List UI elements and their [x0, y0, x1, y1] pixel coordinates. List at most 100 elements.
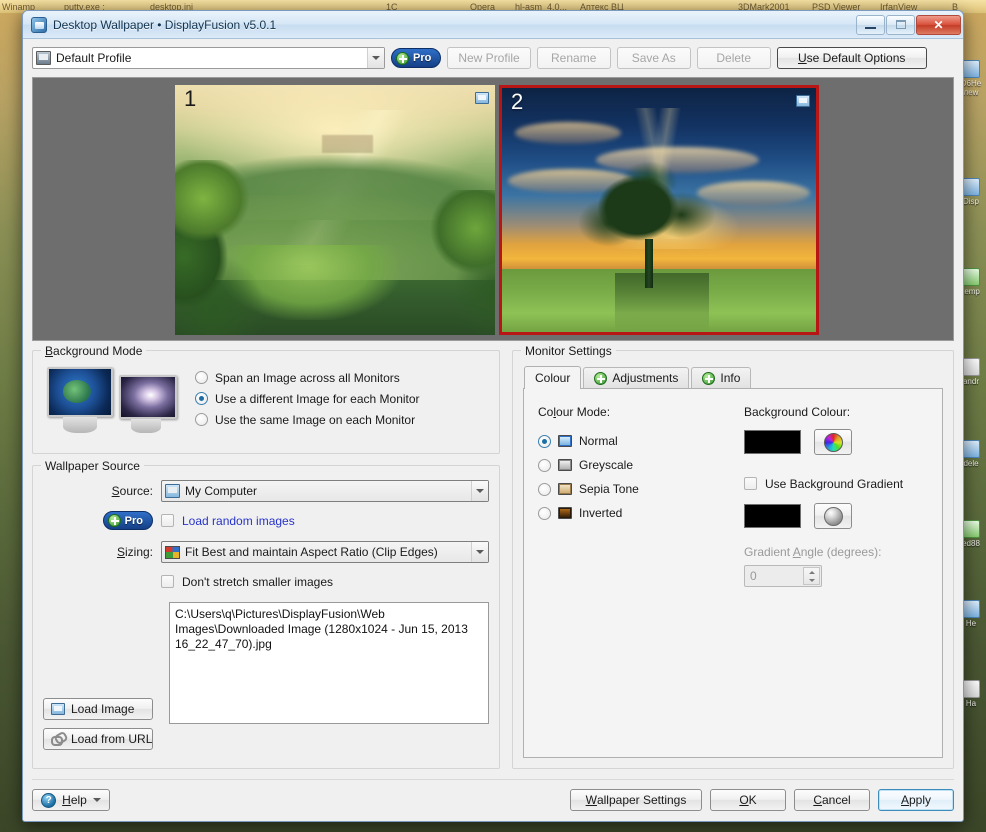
chevron-down-icon[interactable]	[367, 48, 384, 68]
gradient-angle-spinner[interactable]: 0	[744, 565, 822, 587]
save-as-button[interactable]: Save As	[616, 47, 691, 69]
background-colour-section: Background Colour: Use Background Gradie…	[744, 405, 928, 741]
title-bar[interactable]: Desktop Wallpaper • DisplayFusion v5.0.1…	[23, 11, 963, 39]
chevron-down-icon[interactable]	[92, 798, 101, 802]
cancel-button[interactable]: Cancel	[794, 789, 870, 811]
radio-colour-inverted[interactable]: Inverted	[538, 501, 718, 525]
radio-different-image[interactable]: Use a different Image for each Monitor	[195, 388, 420, 409]
app-icon	[31, 16, 47, 33]
colour-picker-button[interactable]	[814, 429, 852, 455]
apply-button[interactable]: Apply	[878, 789, 954, 811]
profile-select[interactable]: Default Profile	[32, 47, 385, 69]
settings-columns: Background Mode Span an Image across all…	[32, 344, 954, 769]
source-select[interactable]: My Computer	[161, 480, 489, 502]
dont-stretch-label: Don't stretch smaller images	[182, 574, 334, 589]
window-title: Desktop Wallpaper • DisplayFusion v5.0.1	[53, 17, 277, 32]
image-path-field[interactable]: C:\Users\q\Pictures\DisplayFusion\Web Im…	[169, 602, 489, 724]
profile-value: Default Profile	[56, 51, 132, 65]
dialog-body: Default Profile Pro New Profile Rename S…	[23, 39, 963, 821]
load-random-images-label: Load random images	[182, 513, 295, 528]
app-icon	[962, 680, 980, 698]
source-buttons: Load Image Load from URL	[43, 698, 155, 758]
tab-info[interactable]: Info	[691, 367, 752, 388]
radio-label: Span an Image across all Monitors	[215, 370, 400, 385]
profile-icon	[36, 51, 51, 65]
monitor-settings-legend: Monitor Settings	[521, 344, 616, 358]
monitor-preview-2[interactable]: 2	[499, 85, 819, 335]
footer-actions: Wallpaper Settings OK Cancel Apply	[570, 789, 954, 811]
source-label: Source:	[111, 484, 153, 498]
radio-icon	[538, 482, 551, 496]
sizing-select[interactable]: Fit Best and maintain Aspect Ratio (Clip…	[161, 541, 489, 563]
question-mark-icon: ?	[41, 792, 57, 808]
monitor-preview-area[interactable]: 1 2	[32, 77, 954, 341]
folder-icon	[962, 60, 980, 78]
gradient-sphere-icon	[823, 506, 843, 526]
maximize-button[interactable]	[886, 14, 915, 35]
load-image-button[interactable]: Load Image	[43, 698, 153, 720]
monitor-settings-tabs: Colour Adjustments Info	[524, 365, 943, 389]
wallpaper-source-group: Wallpaper Source Source: My Computer Pro…	[32, 459, 500, 769]
monitor-settings-icon[interactable]	[796, 95, 810, 107]
spinner-buttons[interactable]	[803, 567, 820, 585]
right-column: Monitor Settings Colour Adjustments Info	[512, 344, 954, 769]
pro-badge-random[interactable]: Pro	[102, 511, 153, 530]
load-random-images-checkbox[interactable]: Load random images	[161, 510, 489, 531]
colour-mode-label: Colour Mode:	[538, 405, 611, 419]
radio-label: Use a different Image for each Monitor	[215, 391, 420, 406]
chevron-down-icon[interactable]	[471, 542, 488, 562]
new-profile-button[interactable]: New Profile	[447, 47, 531, 69]
close-button[interactable]: ✕	[916, 14, 961, 35]
colour-wheel-icon	[823, 432, 843, 452]
folder-icon	[962, 268, 980, 286]
radio-same-image[interactable]: Use the same Image on each Monitor	[195, 409, 420, 430]
ok-button[interactable]: OK	[710, 789, 786, 811]
use-default-options-button[interactable]: Use Default Options	[776, 47, 927, 69]
desktop-icon-label: ed88	[962, 539, 980, 548]
use-background-gradient-label: Use Background Gradient	[765, 476, 904, 491]
minimize-icon	[865, 26, 876, 29]
dont-stretch-checkbox[interactable]: Don't stretch smaller images	[161, 571, 489, 592]
link-icon	[51, 733, 65, 746]
delete-button[interactable]: Delete	[696, 47, 771, 69]
app-icon	[962, 520, 980, 538]
rename-button[interactable]: Rename	[536, 47, 611, 69]
radio-span-image[interactable]: Span an Image across all Monitors	[195, 367, 420, 388]
plus-circle-icon	[107, 514, 121, 527]
background-mode-legend: Background Mode	[41, 344, 147, 358]
use-background-gradient-checkbox[interactable]: Use Background Gradient	[744, 473, 928, 494]
monitor-settings-group: Monitor Settings Colour Adjustments Info	[512, 344, 954, 769]
plus-circle-icon	[396, 51, 409, 65]
help-button[interactable]: ? Help	[32, 789, 110, 811]
monitor-number-label: 1	[184, 86, 197, 111]
desktop-icon-label: temp	[962, 287, 980, 296]
gradient-angle-label: Gradient Angle (degrees):	[744, 545, 882, 559]
colour-mode-section: Colour Mode: Normal Greyscale Sepia Tone…	[538, 405, 718, 741]
radio-colour-greyscale[interactable]: Greyscale	[538, 453, 718, 477]
gradient-picker-button[interactable]	[814, 503, 852, 529]
checkbox-icon	[744, 477, 757, 490]
displayfusion-wallpaper-window: Desktop Wallpaper • DisplayFusion v5.0.1…	[22, 10, 964, 822]
colour-tab-panel: Colour Mode: Normal Greyscale Sepia Tone…	[523, 388, 943, 758]
load-from-url-button[interactable]: Load from URL	[43, 728, 153, 750]
wallpaper-settings-button[interactable]: Wallpaper Settings	[570, 789, 702, 811]
pro-badge[interactable]: Pro	[391, 48, 442, 68]
tab-adjustments[interactable]: Adjustments	[583, 367, 690, 388]
desktop-icon-label: He	[965, 619, 977, 628]
desktop-icon-label: andr	[962, 377, 979, 386]
checkbox-icon	[161, 575, 174, 588]
gradient-colour-swatch[interactable]	[744, 504, 801, 528]
monitor-preview-1[interactable]: 1	[175, 85, 495, 335]
desktop-icon-label: Ha	[965, 699, 977, 708]
radio-colour-sepia[interactable]: Sepia Tone	[538, 477, 718, 501]
wallpaper-thumbnail-2	[502, 88, 816, 332]
monitor-settings-icon[interactable]	[475, 92, 489, 104]
image-icon	[51, 703, 65, 715]
minimize-button[interactable]	[856, 14, 885, 35]
tab-colour[interactable]: Colour	[524, 366, 582, 389]
background-mode-group: Background Mode Span an Image across all…	[32, 344, 500, 454]
radio-icon	[538, 458, 551, 472]
radio-colour-normal[interactable]: Normal	[538, 429, 718, 453]
chevron-down-icon[interactable]	[471, 481, 488, 501]
background-colour-swatch[interactable]	[744, 430, 801, 454]
